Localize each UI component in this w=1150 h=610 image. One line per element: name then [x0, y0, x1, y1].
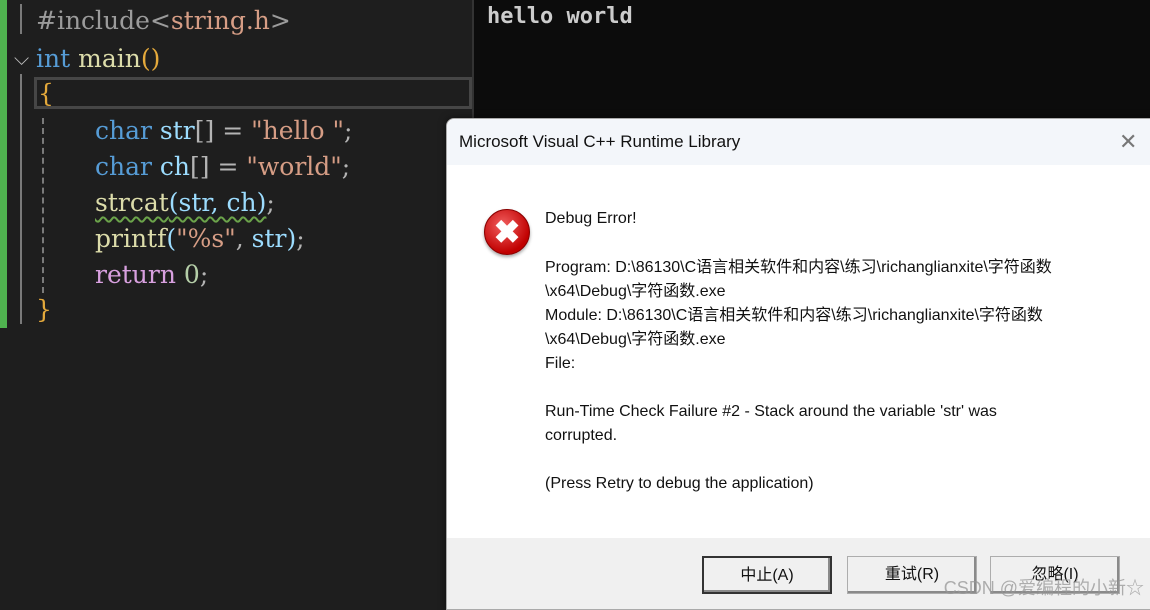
semicolon: ; — [341, 152, 351, 181]
code-line-2: int main() — [36, 41, 160, 77]
code-line-8: return 0; — [95, 257, 208, 293]
change-indicator-bar — [0, 0, 7, 328]
brace-open: { — [38, 79, 54, 108]
paren: ( — [166, 224, 177, 253]
include-guide — [20, 4, 22, 34]
punct: [] = — [194, 116, 252, 145]
code-line-9: } — [36, 292, 52, 328]
indent-guide — [42, 118, 44, 293]
variable: str — [251, 224, 287, 253]
dialog-titlebar[interactable]: Microsoft Visual C++ Runtime Library ✕ — [447, 119, 1150, 165]
file-label: File: — [545, 355, 576, 372]
angle-open: < — [149, 6, 171, 35]
program-path-cont: \x64\Debug\字符函数.exe — [545, 283, 726, 300]
code-line-5: char ch[] = "world"; — [95, 149, 350, 185]
variable: ch — [159, 152, 191, 181]
keyword: return — [95, 260, 176, 289]
error-heading: Debug Error! — [545, 210, 637, 227]
punct: , — [235, 224, 252, 253]
paren: () — [140, 44, 161, 73]
paren: ) — [286, 224, 297, 253]
semicolon: ; — [296, 224, 305, 253]
scope-guide — [20, 74, 22, 324]
code-editor[interactable]: ⌵ #include<string.h> int main() { char s… — [0, 0, 472, 604]
arguments: (str, ch) — [168, 188, 267, 217]
function-name: main — [78, 44, 141, 73]
module-path-cont: \x64\Debug\字符函数.exe — [545, 331, 726, 348]
failure-message: Run-Time Check Failure #2 - Stack around… — [545, 403, 997, 420]
program-path: Program: D:\86130\C语言相关软件和内容\练习\richangl… — [545, 259, 1052, 276]
failure-message-cont: corrupted. — [545, 427, 618, 444]
code-line-6: strcat(str, ch); — [95, 185, 275, 221]
watermark: CSDN @爱编程的小新☆ — [943, 578, 1144, 598]
string-literal: "%s" — [176, 224, 236, 253]
console-window[interactable]: hello world — [472, 0, 1150, 120]
number: 0 — [183, 260, 200, 289]
brace-close: } — [36, 295, 52, 324]
dialog-title: Microsoft Visual C++ Runtime Library — [459, 132, 741, 151]
retry-hint: (Press Retry to debug the application) — [545, 475, 814, 492]
punct: [] = — [190, 152, 247, 181]
semicolon: ; — [344, 116, 353, 145]
keyword: char — [95, 116, 152, 145]
warning-squiggle[interactable]: strcat(str, ch) — [95, 188, 266, 217]
collapse-chevron-icon[interactable]: ⌵ — [14, 40, 29, 76]
current-line-highlight — [34, 77, 472, 109]
abort-button[interactable]: 中止(A) — [702, 556, 832, 594]
function-name: printf — [95, 224, 167, 253]
function-name: strcat — [95, 188, 169, 217]
string-literal: "world" — [246, 152, 342, 181]
variable: str — [159, 116, 195, 145]
runtime-error-dialog: Microsoft Visual C++ Runtime Library ✕ ✖… — [446, 118, 1150, 610]
console-output: hello world — [487, 4, 633, 29]
error-icon: ✖ — [484, 209, 530, 255]
code-line-7: printf("%s", str); — [95, 221, 305, 257]
close-icon[interactable]: ✕ — [1119, 129, 1137, 155]
keyword: int — [36, 44, 71, 73]
angle-close: > — [269, 6, 291, 35]
keyword: char — [95, 152, 152, 181]
include-directive: #include — [36, 6, 150, 35]
semicolon: ; — [199, 260, 209, 289]
string-literal: "hello " — [251, 116, 344, 145]
semicolon: ; — [266, 188, 275, 217]
code-line-3: { — [38, 76, 54, 112]
include-file: string.h — [170, 6, 270, 35]
code-line-1: #include<string.h> — [36, 3, 291, 39]
module-path: Module: D:\86130\C语言相关软件和内容\练习\richangli… — [545, 307, 1043, 324]
code-line-4: char str[] = "hello "; — [95, 113, 352, 149]
